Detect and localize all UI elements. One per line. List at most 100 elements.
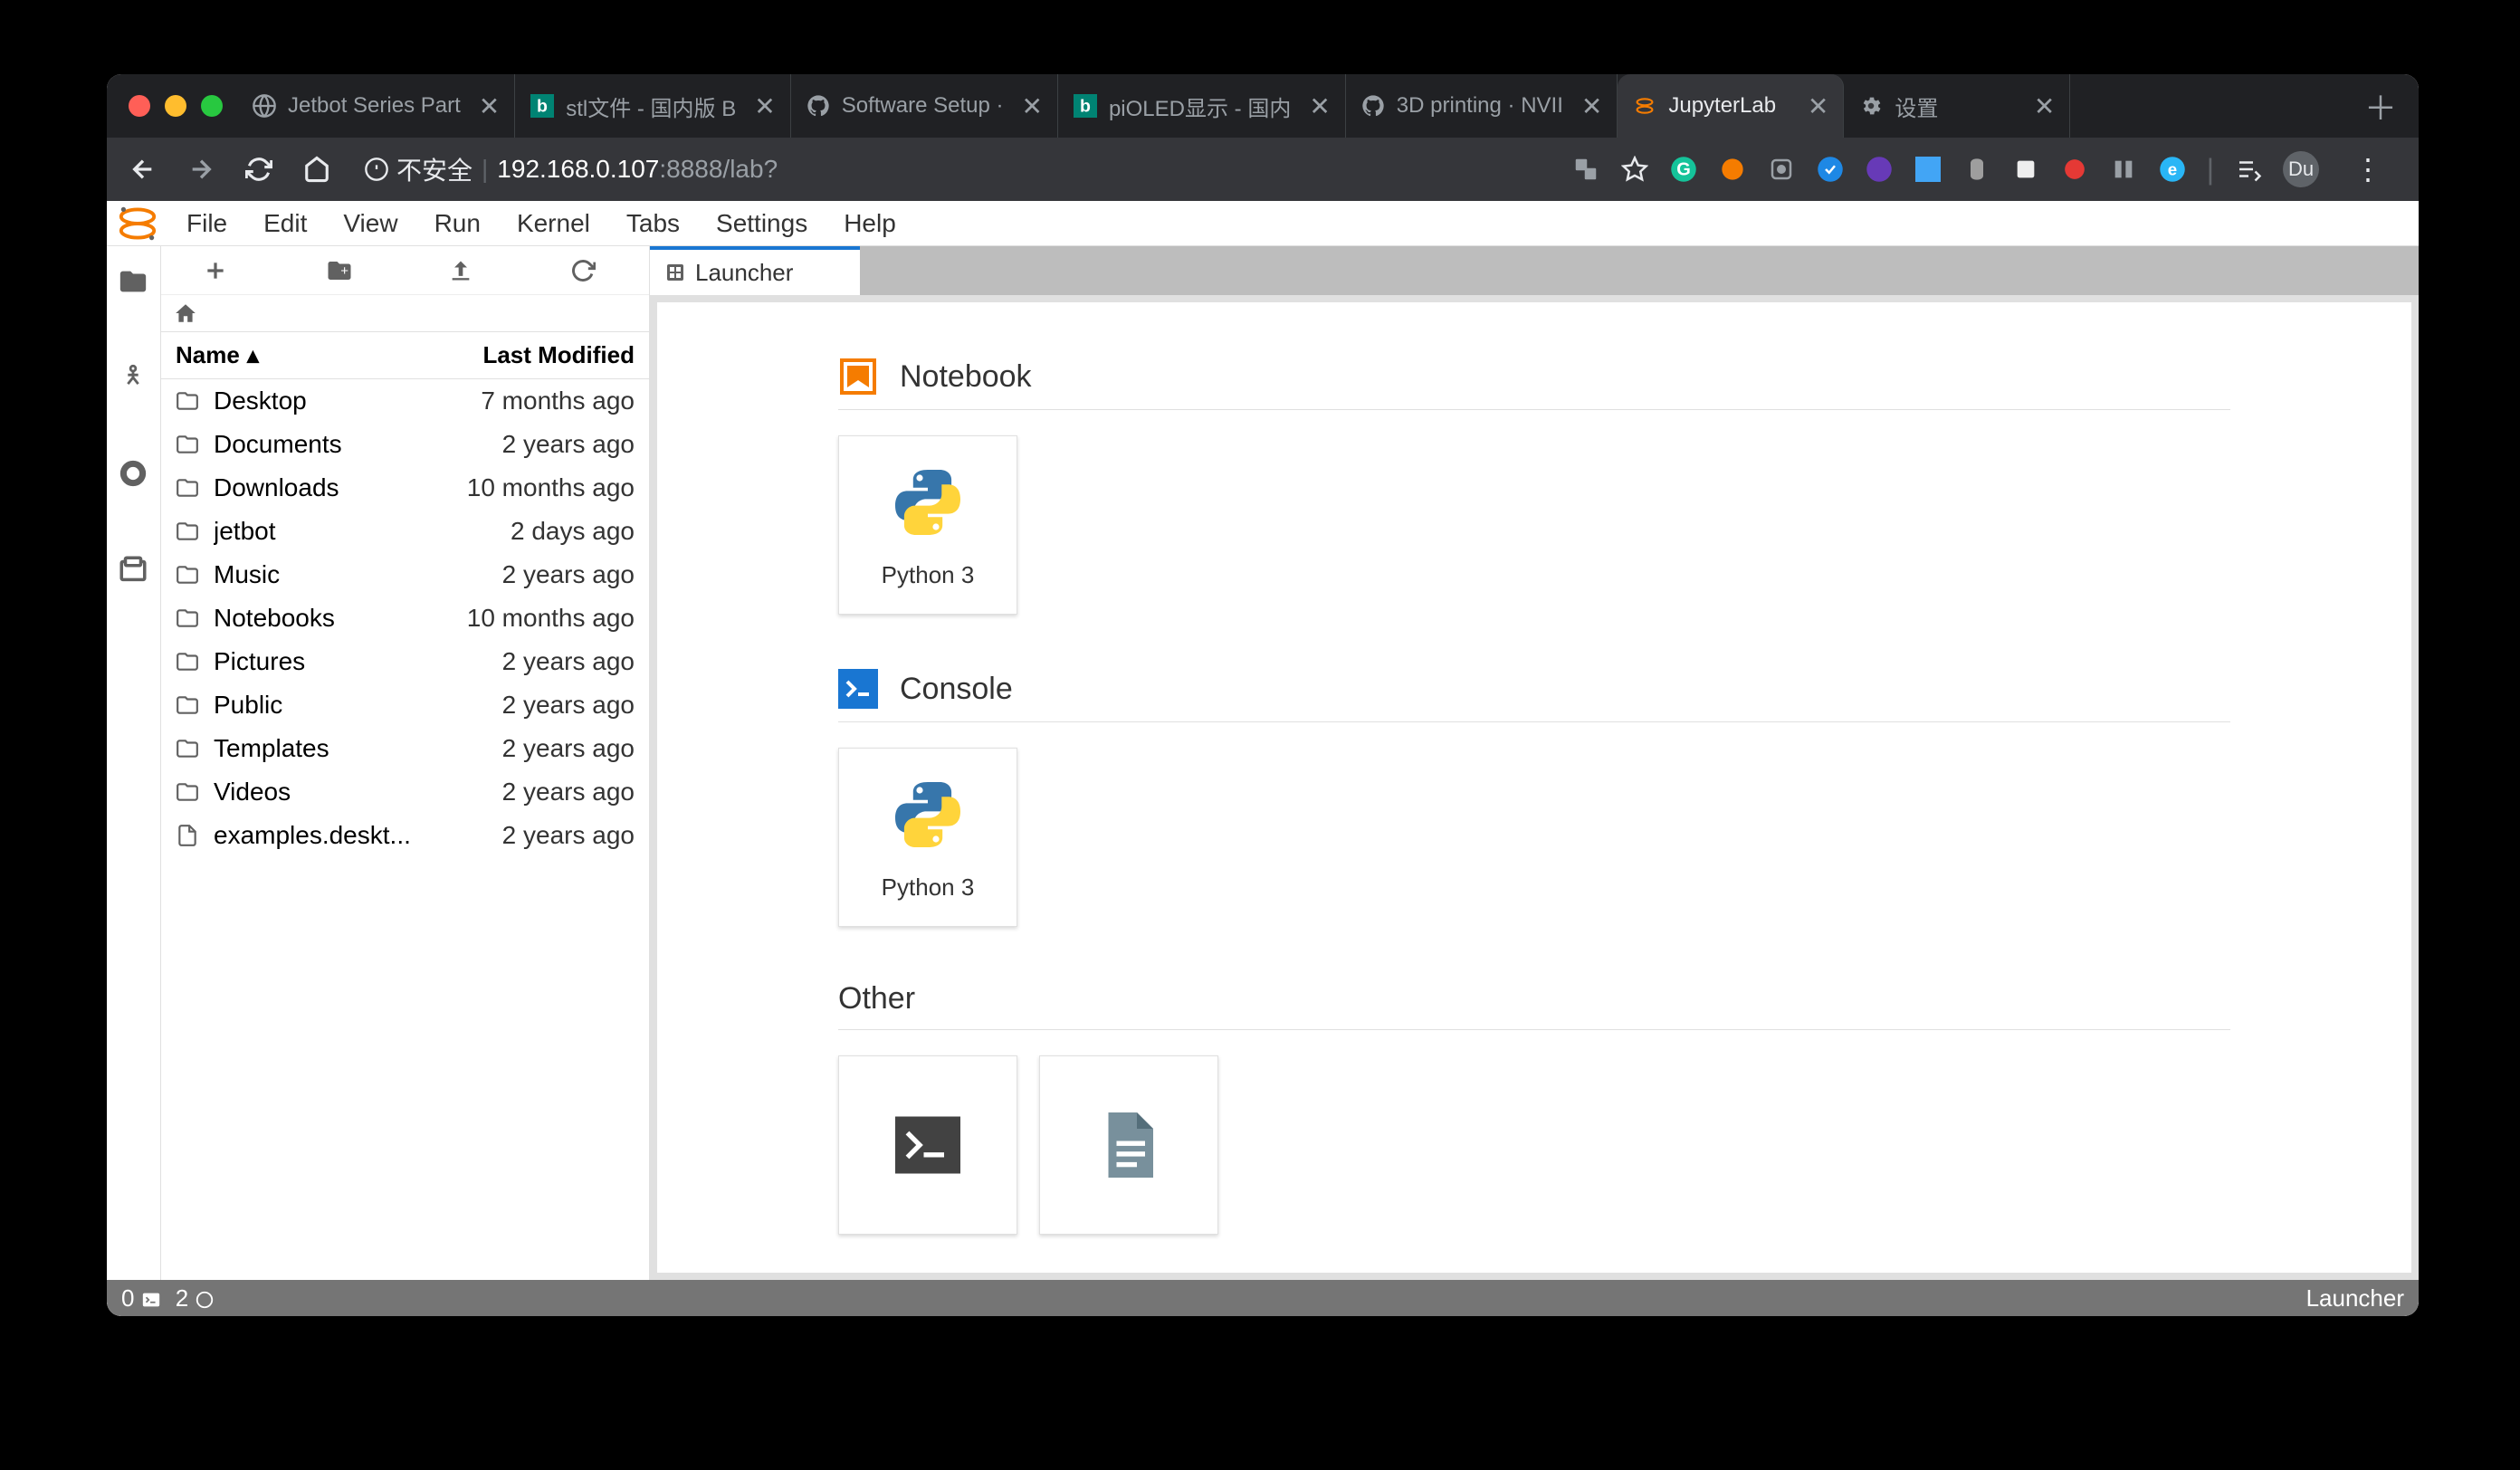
status-kernels[interactable]: 2 [176, 1284, 215, 1312]
breadcrumb-home[interactable] [161, 295, 649, 331]
new-launcher-button[interactable] [204, 259, 240, 282]
tabs-tab-icon[interactable] [118, 554, 150, 587]
folder-icon [176, 737, 203, 760]
browser-tab[interactable]: Software Setup ·✕ [791, 74, 1058, 138]
browser-tab[interactable]: 3D printing · NVII ✕ [1346, 74, 1618, 138]
file-row[interactable]: Desktop7 months ago [161, 379, 649, 423]
file-row[interactable]: Public2 years ago [161, 683, 649, 727]
extension-evernote-icon[interactable] [1962, 155, 1991, 184]
col-modified-header[interactable]: Last Modified [482, 341, 635, 369]
extension-icon-8[interactable] [2011, 155, 2040, 184]
bing-icon: b [530, 93, 555, 119]
new-tab-button[interactable]: ＋ [2343, 82, 2419, 129]
launcher-tab[interactable]: Launcher [650, 246, 860, 295]
browser-tab[interactable]: JupyterLab✕ [1618, 74, 1844, 138]
menu-help[interactable]: Help [826, 209, 914, 238]
file-row[interactable]: Templates2 years ago [161, 727, 649, 770]
close-tab-icon[interactable]: ✕ [1800, 91, 1828, 121]
file-row[interactable]: Notebooks10 months ago [161, 597, 649, 640]
commands-tab-icon[interactable] [118, 458, 150, 491]
jupyter-menubar: FileEditViewRunKernelTabsSettingsHelp [107, 201, 2419, 246]
extension-grammarly-icon[interactable]: G [1669, 155, 1698, 184]
upload-button[interactable] [448, 258, 484, 283]
file-row[interactable]: Documents2 years ago [161, 423, 649, 466]
close-tab-icon[interactable]: ✕ [1574, 91, 1602, 121]
reload-button[interactable] [234, 144, 284, 195]
url-box[interactable]: 不安全 | 192.168.0.107:8888/lab? [349, 151, 1553, 187]
menu-settings[interactable]: Settings [698, 209, 826, 238]
file-row[interactable]: Music2 years ago [161, 553, 649, 597]
extension-icon-10[interactable] [2109, 155, 2138, 184]
folder-icon [176, 433, 203, 456]
window-minimize-button[interactable] [165, 95, 186, 117]
status-bar: 0 2 Launcher [107, 1280, 2419, 1316]
file-browser-tab-icon[interactable] [118, 266, 150, 299]
back-button[interactable] [118, 144, 168, 195]
menu-kernel[interactable]: Kernel [499, 209, 608, 238]
close-tab-icon[interactable]: ✕ [1302, 91, 1330, 121]
launcher-card[interactable] [1039, 1055, 1218, 1235]
file-modified: 2 years ago [502, 778, 635, 807]
file-modified: 2 years ago [502, 430, 635, 459]
file-row[interactable]: Downloads10 months ago [161, 466, 649, 510]
extension-icon-3[interactable] [1767, 155, 1796, 184]
menu-view[interactable]: View [325, 209, 415, 238]
translate-icon[interactable] [1571, 155, 1600, 184]
file-name: jetbot [214, 517, 511, 546]
home-button[interactable] [291, 144, 342, 195]
browser-tab[interactable]: bstl文件 - 国内版 B✕ [515, 74, 790, 138]
forward-button[interactable] [176, 144, 226, 195]
main-area: Launcher NotebookPython 3ConsolePython 3… [650, 246, 2419, 1280]
tab-title: 3D printing · NVII [1397, 93, 1563, 119]
launcher-card[interactable]: Python 3 [838, 435, 1017, 615]
file-browser-sidebar: + Name ▴ Last Modified Desktop7 months a… [161, 246, 650, 1280]
menu-file[interactable]: File [168, 209, 245, 238]
menu-edit[interactable]: Edit [245, 209, 325, 238]
file-row[interactable]: Videos2 years ago [161, 770, 649, 814]
section-header: Notebook [838, 357, 2230, 410]
close-tab-icon[interactable]: ✕ [1014, 91, 1042, 121]
launcher-card[interactable]: Python 3 [838, 748, 1017, 927]
security-label: 不安全 [396, 151, 472, 187]
menu-run[interactable]: Run [416, 209, 499, 238]
extension-icon-5[interactable] [1865, 155, 1894, 184]
profile-button[interactable]: Du [2283, 151, 2319, 187]
close-tab-icon[interactable]: ✕ [747, 91, 775, 121]
section-title: Notebook [900, 359, 1032, 395]
toolbar-icons: G e | Du ⋮ [1561, 151, 2408, 187]
browser-tab[interactable]: bpiOLED显示 - 国内✕ [1058, 74, 1346, 138]
traffic-lights [118, 95, 237, 117]
console-icon [838, 669, 878, 709]
browser-tabs: Jetbot Series Part✕bstl文件 - 国内版 B✕Softwa… [237, 74, 2343, 138]
extension-icon-2[interactable] [1718, 155, 1747, 184]
file-name: Public [214, 691, 502, 720]
launcher-card[interactable] [838, 1055, 1017, 1235]
refresh-button[interactable] [570, 258, 606, 283]
close-tab-icon[interactable]: ✕ [2027, 91, 2055, 121]
new-folder-button[interactable]: + [326, 257, 362, 284]
col-name-header[interactable]: Name ▴ [176, 341, 482, 369]
bookmark-star-icon[interactable] [1620, 155, 1649, 184]
browser-tab[interactable]: 设置✕ [1844, 74, 2070, 138]
window-maximize-button[interactable] [201, 95, 223, 117]
menu-tabs[interactable]: Tabs [608, 209, 698, 238]
extension-icon-9[interactable] [2060, 155, 2089, 184]
extension-ie-icon[interactable]: e [2158, 155, 2187, 184]
cards-row [838, 1030, 2230, 1235]
file-row[interactable]: examples.deskt...2 years ago [161, 814, 649, 857]
running-tab-icon[interactable] [118, 362, 150, 395]
globe-icon [252, 93, 277, 119]
jupyter-logo-icon [114, 200, 161, 247]
status-terminals[interactable]: 0 [121, 1284, 161, 1312]
launcher-tab-icon [664, 262, 686, 283]
file-row[interactable]: jetbot2 days ago [161, 510, 649, 553]
extension-icon-4[interactable] [1816, 155, 1845, 184]
file-name: Videos [214, 778, 502, 807]
close-tab-icon[interactable]: ✕ [472, 91, 500, 121]
extension-icon-6[interactable] [1914, 155, 1942, 184]
window-close-button[interactable] [129, 95, 150, 117]
file-row[interactable]: Pictures2 years ago [161, 640, 649, 683]
browser-tab[interactable]: Jetbot Series Part✕ [237, 74, 515, 138]
browser-menu-button[interactable]: ⋮ [2339, 152, 2397, 186]
reading-list-icon[interactable] [2234, 155, 2263, 184]
